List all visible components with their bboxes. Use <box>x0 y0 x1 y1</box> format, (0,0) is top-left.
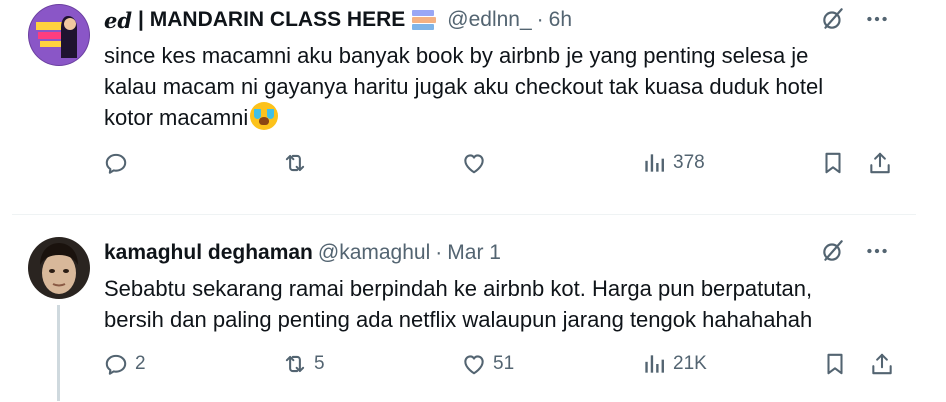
reply-button[interactable]: 2 <box>103 349 146 379</box>
tweet-text-segment: kotor macamni <box>104 105 249 130</box>
divider <box>12 214 916 215</box>
tweet-top-actions <box>820 6 890 32</box>
separator-dot: · <box>536 8 544 31</box>
share-icon <box>870 152 890 174</box>
tweet-top-actions <box>820 238 890 264</box>
like-button[interactable] <box>461 148 493 178</box>
tweet-text-line: since kes macamni aku banyak book by air… <box>104 43 809 68</box>
reply-button[interactable] <box>103 148 135 178</box>
author-handle[interactable]: @edlnn_ <box>447 8 531 32</box>
repost-count: 5 <box>314 353 325 374</box>
views-count: 378 <box>673 152 705 173</box>
bookmark-button[interactable] <box>820 148 846 178</box>
reply-count: 2 <box>135 353 146 374</box>
separator-dot: · <box>435 241 443 264</box>
like-count: 51 <box>493 353 515 374</box>
tweet-text-line: kotor macamni <box>104 102 904 133</box>
tweet-text-line: bersih dan paling penting ada netflix wa… <box>104 307 813 332</box>
repost-icon <box>285 154 305 172</box>
tweet-text-line: kalau macam ni gayanya haritu jugak aku … <box>104 74 824 99</box>
tweet-actions: 378 <box>0 148 946 178</box>
views-icon <box>645 355 664 373</box>
avatar[interactable] <box>28 237 90 299</box>
books-emoji-icon <box>412 9 437 31</box>
tweet-text-line: Sebabtu sekarang ramai berpindah ke airb… <box>104 276 813 301</box>
timestamp[interactable]: 6h <box>549 8 572 32</box>
loudly-crying-face-icon <box>250 102 279 130</box>
reply-icon <box>105 153 127 174</box>
grok-icon[interactable] <box>820 6 846 32</box>
views-icon <box>645 154 664 172</box>
more-icon[interactable] <box>864 238 890 264</box>
like-button[interactable]: 51 <box>461 349 514 379</box>
views-button[interactable]: 378 <box>641 148 705 178</box>
bookmark-icon <box>825 152 841 174</box>
tweet-header: ed | MANDARIN CLASS HERE @edlnn_ · 6h <box>104 6 572 34</box>
author-name[interactable]: kamaghul deghaman <box>104 241 313 265</box>
repost-icon <box>285 355 305 373</box>
avatar[interactable] <box>28 4 90 66</box>
more-icon[interactable] <box>864 6 890 32</box>
views-count: 21K <box>673 353 707 374</box>
views-button[interactable]: 21K <box>641 349 707 379</box>
bookmark-button[interactable] <box>822 349 848 379</box>
tweet-header: kamaghul deghaman @kamaghul · Mar 1 <box>104 239 501 267</box>
tweet-1[interactable]: ed | MANDARIN CLASS HERE @edlnn_ · 6h si… <box>0 0 946 212</box>
timestamp[interactable]: Mar 1 <box>447 241 501 265</box>
grok-icon[interactable] <box>820 238 846 264</box>
author-name[interactable]: | MANDARIN CLASS HERE <box>138 8 405 32</box>
tweet-text: since kes macamni aku banyak book by air… <box>104 40 904 133</box>
share-icon <box>872 353 892 375</box>
bookmark-icon <box>827 353 843 375</box>
tweet-actions: 2 5 51 21K <box>0 349 946 379</box>
author-handle[interactable]: @kamaghul <box>318 241 430 265</box>
reply-icon <box>105 354 127 375</box>
like-icon <box>464 154 484 174</box>
tweet-text: Sebabtu sekarang ramai berpindah ke airb… <box>104 273 904 335</box>
share-button[interactable] <box>869 349 895 379</box>
repost-button[interactable]: 5 <box>282 349 325 379</box>
like-icon <box>464 355 484 375</box>
share-button[interactable] <box>867 148 893 178</box>
author-name-styled[interactable]: ed <box>104 8 132 33</box>
repost-button[interactable] <box>282 148 314 178</box>
